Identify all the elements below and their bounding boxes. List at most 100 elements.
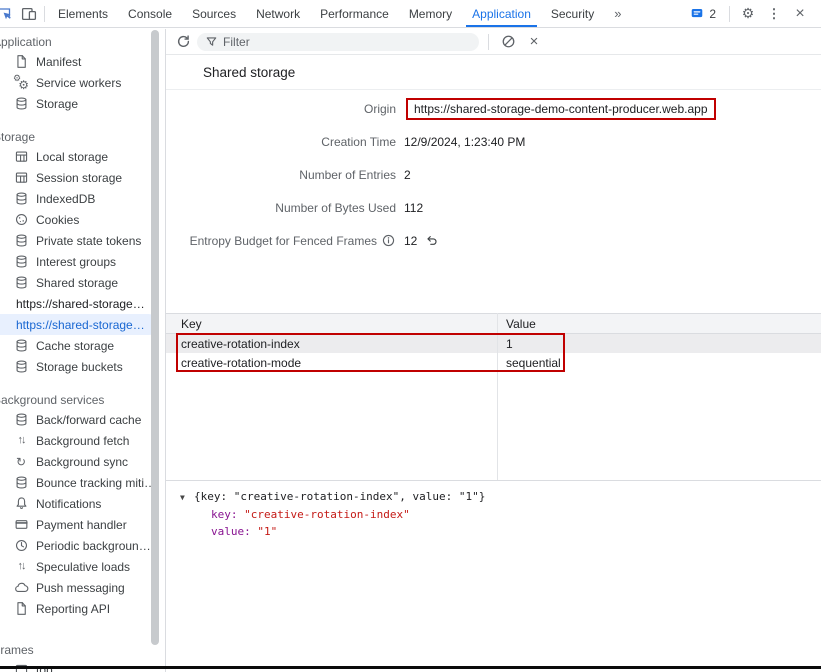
sidebar-item-payment-handler[interactable]: Payment handler bbox=[0, 514, 165, 535]
sidebar-item-speculative-loads[interactable]: ↑↓Speculative loads bbox=[0, 556, 165, 577]
info-icon[interactable] bbox=[381, 233, 396, 248]
field-label: Entropy Budget for Fenced Frames bbox=[178, 233, 396, 248]
grid-rows: creative-rotation-index1creative-rotatio… bbox=[166, 334, 821, 372]
tab-elements[interactable]: Elements bbox=[48, 0, 118, 27]
database-icon bbox=[13, 359, 29, 375]
clock-icon bbox=[13, 538, 29, 554]
sidebar-item-push-messaging[interactable]: Push messaging bbox=[0, 577, 165, 598]
sidebar-item-interest-groups[interactable]: Interest groups bbox=[0, 251, 165, 272]
more-tabs-chevron-icon[interactable]: » bbox=[604, 0, 631, 27]
column-header-value[interactable]: Value bbox=[497, 317, 821, 331]
sidebar-item-notifications[interactable]: Notifications bbox=[0, 493, 165, 514]
tab-application[interactable]: Application bbox=[462, 0, 541, 27]
sidebar-section-background-services: Background servicesBack/forward cache↑↓B… bbox=[0, 391, 165, 619]
field-row-entropy-budget-for-fenced-frames: Entropy Budget for Fenced Frames 12 bbox=[166, 224, 821, 257]
cookie-icon bbox=[13, 212, 29, 228]
preview-property-value: value: "1" bbox=[180, 523, 821, 540]
table-row-creative-rotation-index[interactable]: creative-rotation-index1 bbox=[166, 334, 821, 353]
tab-security[interactable]: Security bbox=[541, 0, 604, 27]
filter-box[interactable] bbox=[197, 33, 479, 51]
column-header-key[interactable]: Key bbox=[166, 317, 497, 331]
chevron-down-icon[interactable]: ▼ bbox=[180, 489, 194, 506]
field-label: Creation Time bbox=[178, 135, 396, 149]
field-row-origin: Originhttps://shared-storage-demo-conten… bbox=[166, 92, 821, 125]
kebab-menu-icon[interactable]: ⋮ bbox=[763, 6, 785, 22]
delete-icon[interactable]: × bbox=[524, 33, 544, 50]
sidebar-item-https-shared-storage[interactable]: https://shared-storage… bbox=[0, 293, 165, 314]
document-icon bbox=[13, 54, 29, 70]
sidebar-item-periodic-backgroun[interactable]: Periodic backgroun… bbox=[0, 535, 165, 556]
field-value: 12/9/2024, 1:23:40 PM bbox=[404, 135, 525, 149]
refresh-icon[interactable] bbox=[176, 34, 191, 49]
sidebar-item-background-sync[interactable]: ↻Background sync bbox=[0, 451, 165, 472]
reset-budget-undo-icon[interactable] bbox=[424, 233, 439, 248]
field-value-wrap: https://shared-storage-demo-content-prod… bbox=[404, 98, 716, 120]
device-toolbar-icon[interactable] bbox=[17, 0, 41, 27]
field-value-wrap: 12 bbox=[404, 233, 439, 248]
sidebar-item-label: https://shared-storage… bbox=[16, 318, 145, 332]
sidebar-item-label: Cookies bbox=[36, 213, 79, 227]
property-value: "creative-rotation-index" bbox=[244, 508, 410, 521]
sidebar-item-label: Private state tokens bbox=[36, 234, 141, 248]
table-row-creative-rotation-mode[interactable]: creative-rotation-modesequential bbox=[166, 353, 821, 372]
preview-entries: key: "creative-rotation-index"value: "1" bbox=[180, 506, 821, 540]
tab-network[interactable]: Network bbox=[246, 0, 310, 27]
field-value: 12 bbox=[404, 234, 417, 248]
page-title: Shared storage bbox=[166, 55, 821, 90]
field-value: 2 bbox=[404, 168, 411, 182]
sidebar-item-label: Reporting API bbox=[36, 602, 110, 616]
tab-performance[interactable]: Performance bbox=[310, 0, 399, 27]
inspect-icon[interactable] bbox=[0, 0, 17, 27]
settings-gear-icon[interactable]: ⚙ bbox=[737, 5, 759, 22]
sidebar-item-label: Speculative loads bbox=[36, 560, 130, 574]
sidebar-item-reporting-api[interactable]: Reporting API bbox=[0, 598, 165, 619]
section-title-background-services: Background services bbox=[0, 391, 165, 409]
sidebar-scrollbar-thumb[interactable] bbox=[151, 30, 159, 645]
sidebar-item-label: Notifications bbox=[36, 497, 101, 511]
sidebar-item-label: Interest groups bbox=[36, 255, 116, 269]
tab-memory[interactable]: Memory bbox=[399, 0, 462, 27]
tab-sources[interactable]: Sources bbox=[182, 0, 246, 27]
sidebar-item-session-storage[interactable]: Session storage bbox=[0, 167, 165, 188]
sidebar-item-label: Background sync bbox=[36, 455, 128, 469]
sidebar-item-shared-storage[interactable]: Shared storage bbox=[0, 272, 165, 293]
sidebar-item-service-workers[interactable]: ⚙⚙Service workers bbox=[0, 72, 165, 93]
grid-empty-area bbox=[166, 372, 821, 480]
sidebar-item-bounce-tracking-miti[interactable]: Bounce tracking miti… bbox=[0, 472, 165, 493]
sidebar-item-local-storage[interactable]: Local storage bbox=[0, 146, 165, 167]
column-divider[interactable] bbox=[497, 313, 498, 480]
sidebar-item-background-fetch[interactable]: ↑↓Background fetch bbox=[0, 430, 165, 451]
cell-value: 1 bbox=[497, 337, 821, 351]
sidebar-item-cookies[interactable]: Cookies bbox=[0, 209, 165, 230]
sidebar-item-label: Manifest bbox=[36, 55, 81, 69]
sidebar-scrollbar bbox=[151, 30, 160, 645]
panel-toolbar: × bbox=[166, 29, 821, 55]
sidebar-item-label: Periodic backgroun… bbox=[36, 539, 151, 553]
cell-key: creative-rotation-index bbox=[166, 337, 497, 351]
toolbar-divider bbox=[488, 34, 489, 50]
sidebar-item-https-shared-storage[interactable]: https://shared-storage… bbox=[0, 314, 159, 335]
sidebar-item-label: Local storage bbox=[36, 150, 108, 164]
field-value-wrap: 112 bbox=[404, 201, 423, 215]
preview-summary-text: {key: "creative-rotation-index", value: … bbox=[194, 488, 485, 505]
filter-input[interactable] bbox=[223, 35, 471, 49]
sidebar-item-label: IndexedDB bbox=[36, 192, 95, 206]
sidebar-item-label: Service workers bbox=[36, 76, 121, 90]
sidebar-item-private-state-tokens[interactable]: Private state tokens bbox=[0, 230, 165, 251]
sidebar-item-cache-storage[interactable]: Cache storage bbox=[0, 335, 165, 356]
cell-value: sequential bbox=[497, 356, 821, 370]
sidebar-item-storage-buckets[interactable]: Storage buckets bbox=[0, 356, 165, 377]
messages-badge[interactable]: 2 bbox=[684, 7, 722, 21]
database-icon bbox=[13, 191, 29, 207]
sidebar-item-indexeddb[interactable]: IndexedDB bbox=[0, 188, 165, 209]
sidebar-item-back-forward-cache[interactable]: Back/forward cache bbox=[0, 409, 165, 430]
preview-object-summary[interactable]: ▼ {key: "creative-rotation-index", value… bbox=[180, 488, 821, 506]
sidebar-item-label: Session storage bbox=[36, 171, 122, 185]
section-title-application: Application bbox=[0, 33, 165, 51]
tab-console[interactable]: Console bbox=[118, 0, 182, 27]
sidebar-item-storage[interactable]: Storage bbox=[0, 93, 165, 114]
block-icon[interactable] bbox=[498, 34, 518, 49]
close-devtools-icon[interactable]: × bbox=[789, 5, 811, 23]
sidebar-item-manifest[interactable]: Manifest bbox=[0, 51, 165, 72]
sidebar-item-label: Storage bbox=[36, 97, 78, 111]
